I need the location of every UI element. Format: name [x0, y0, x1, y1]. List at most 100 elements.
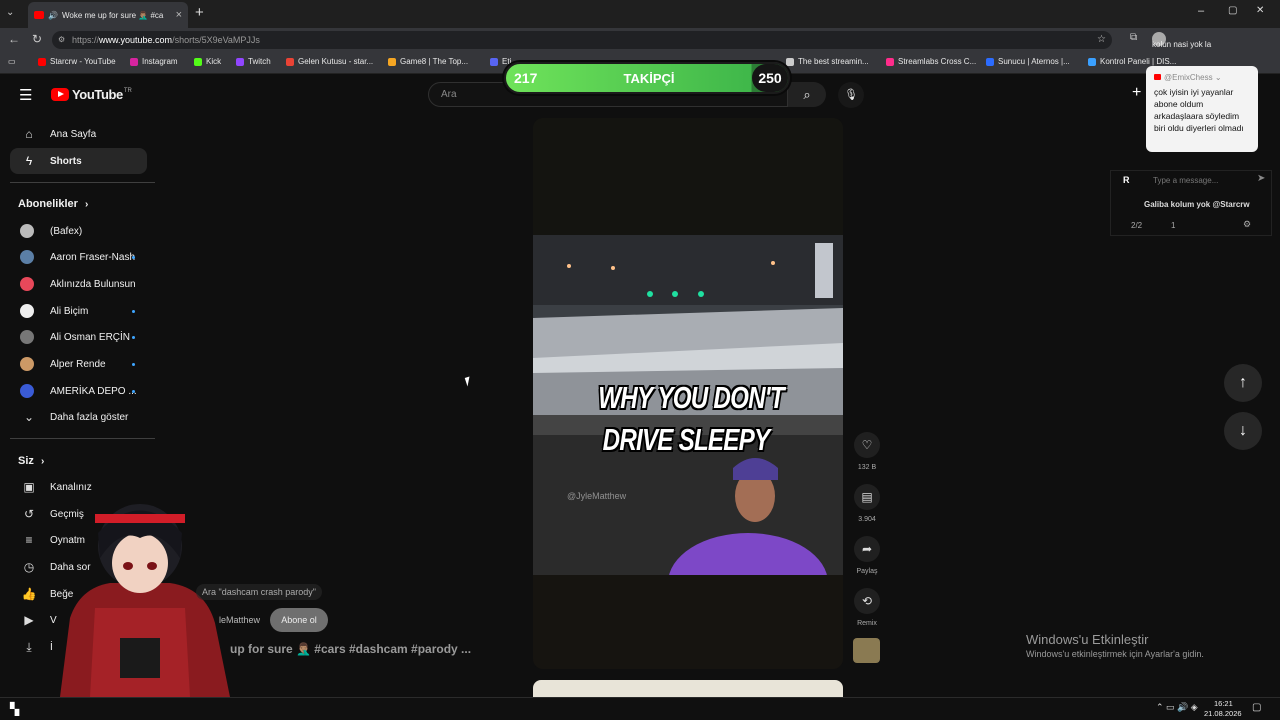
subscribe-button[interactable]: Abone ol [270, 608, 328, 632]
window-close-button[interactable]: ✕ [1256, 5, 1264, 16]
back-icon[interactable]: ← [8, 32, 20, 46]
avatar [20, 224, 34, 238]
youtube-logo[interactable]: YouTube TR [51, 87, 132, 102]
tab-search-chevron-icon[interactable]: ⌄ [6, 7, 14, 18]
new-tab-button[interactable]: + [195, 4, 204, 21]
search-button[interactable]: ⌕ [788, 82, 826, 107]
shorts-icon: ϟ [25, 154, 33, 168]
bookmark-item[interactable]: Instagram [130, 57, 178, 66]
restream-icon: R [1123, 175, 1130, 185]
follower-goal-bar: 217 TAKİPÇİ 250 [504, 62, 790, 94]
reload-icon[interactable]: ↻ [32, 32, 42, 46]
heart-icon[interactable]: ♡ [854, 432, 880, 458]
sidebar-item-home[interactable]: ⌂ Ana Sayfa [10, 121, 147, 147]
sidebar-item-shorts[interactable]: ϟ Shorts [10, 148, 147, 174]
chat-message-bubble: @EmixChess ⌄ çok iyisin iyi yayanlar abo… [1146, 66, 1258, 152]
new-content-dot [132, 309, 135, 313]
browser-tab[interactable]: 🔊 Woke me up for sure 🤦🏽‍♂️ #ca × [28, 2, 188, 28]
microphone-icon: 🎙 [844, 89, 858, 101]
chat-input[interactable]: Type a message... [1153, 176, 1218, 185]
chat-settings-icon[interactable]: ⚙ [1243, 219, 1251, 230]
arrow-down-icon: ↓ [1239, 422, 1247, 439]
arrow-up-icon: ↑ [1239, 374, 1247, 391]
bookmark-item[interactable]: Kick [194, 57, 221, 66]
subscription-item[interactable]: Ali Osman ERÇİN [10, 324, 147, 350]
avatar [20, 357, 34, 371]
bookmark-item[interactable]: Game8 | The Top... [388, 57, 468, 66]
sound-thumbnail[interactable] [853, 638, 880, 663]
subscription-item[interactable]: Aklınızda Bulunsun [10, 271, 147, 297]
like-count: 132 B [857, 464, 877, 471]
voice-search-button[interactable]: 🎙 [838, 82, 864, 108]
like-action[interactable]: ♡ 132 B [852, 432, 882, 471]
pinned-message: Galiba kolum yok @Starcrw [1144, 200, 1250, 209]
avatar [20, 304, 34, 318]
show-more-button[interactable]: ⌄ Daha fazla göster [10, 404, 147, 430]
avatar [20, 250, 34, 264]
avatar [20, 384, 34, 398]
you-section-header[interactable]: Siz › [18, 455, 44, 467]
channel-name[interactable]: leMatthew [219, 615, 260, 625]
remix-icon[interactable]: ⟲ [854, 588, 880, 614]
bookmarks-menu-icon[interactable]: ▭ [8, 57, 16, 66]
url-host: www.youtube.com [99, 35, 173, 45]
follower-label: TAKİPÇİ [623, 71, 675, 86]
previous-short-button[interactable]: ↑ [1224, 364, 1262, 402]
search-suggestion-chip[interactable]: Ara "dashcam crash parody" [196, 584, 322, 600]
subscription-item[interactable]: Ali Biçim [10, 298, 147, 324]
new-content-dot [132, 389, 135, 393]
windows-taskbar: ▚ ⌃ ▭ 🔊 ◈ 16:21 21.08.2026 ▢ [0, 697, 1280, 720]
create-icon[interactable]: + [1132, 84, 1141, 102]
site-info-icon[interactable]: ⚙ [58, 31, 65, 49]
bookmark-item[interactable]: Streamlabs Cross C... [886, 57, 976, 66]
window-maximize-button[interactable]: ▢ [1228, 5, 1237, 16]
remix-action[interactable]: ⟲ Remix [852, 588, 882, 627]
next-short-button[interactable]: ↓ [1224, 412, 1262, 450]
bookmark-item[interactable]: Sunucu | Aternos |... [986, 57, 1070, 66]
subscription-item[interactable]: (Bafex) [10, 218, 147, 244]
clock-date[interactable]: 21.08.2026 [1204, 709, 1242, 718]
windows-activation-title: Windows'u Etkinleştir [1026, 632, 1149, 647]
sidebar-divider [10, 438, 155, 439]
avatar [20, 277, 34, 291]
bookmark-item[interactable]: Kontrol Paneli | DIS... [1088, 57, 1176, 66]
video-caption-line-2: DRIVE SLEEPY [602, 422, 770, 457]
bookmark-item[interactable]: Gelen Kutusu - star... [286, 57, 373, 66]
hamburger-menu-icon[interactable]: ☰ [19, 86, 32, 104]
new-content-dot [132, 362, 135, 366]
url-input[interactable]: ⚙ https://www.youtube.com/shorts/5X9eVaM… [52, 31, 1112, 49]
chat-message-text: çok iyisin iyi yayanlar abone oldum arka… [1154, 87, 1244, 133]
clock-time[interactable]: 16:21 [1214, 699, 1233, 708]
bookmark-item[interactable]: Twitch [236, 57, 271, 66]
comment-action[interactable]: ▤ 3.904 [852, 484, 882, 523]
chevron-right-icon: › [40, 456, 45, 467]
windows-start-icon[interactable]: ▚ [10, 702, 19, 716]
chat-counter: 2/2 [1131, 221, 1143, 230]
extensions-icon[interactable]: ⧉ [1130, 32, 1137, 43]
share-action[interactable]: ➦ Paylaş [852, 536, 882, 575]
video-title: up for sure 🤦🏽‍♂️ #cars #dashcam #parody… [230, 642, 472, 656]
address-bar-row: ← ↻ ⚙ https://www.youtube.com/shorts/5X9… [0, 28, 1280, 52]
bookmark-item[interactable]: The best streamin... [786, 57, 869, 66]
tab-close-icon[interactable]: × [176, 9, 182, 21]
speaker-icon[interactable]: 🔊 [48, 11, 58, 20]
subscription-item[interactable]: Alper Rende [10, 351, 147, 377]
window-minimize-button[interactable]: – [1198, 5, 1204, 17]
shorts-video-player[interactable]: WHY YOU DON'T DRIVE SLEEPY @JyleMatthew [533, 118, 843, 669]
subscription-item[interactable]: AMERİKA DEPO ... [10, 378, 147, 404]
bookmark-item[interactable]: Starcrw - YouTube [38, 57, 116, 66]
send-icon[interactable]: ➤ [1257, 173, 1265, 184]
sidebar-divider [10, 182, 155, 183]
tab-title: Woke me up for sure 🤦🏽‍♂️ #ca [61, 10, 164, 20]
url-path: /shorts/5X9eVaMPJJs [172, 35, 260, 45]
windows-activation-subtitle: Windows'u etkinleştirmek için Ayarlar'a … [1026, 649, 1204, 659]
bookmark-star-icon[interactable]: ☆ [1097, 31, 1106, 49]
comment-icon[interactable]: ▤ [854, 484, 880, 510]
next-video-preview[interactable] [533, 680, 843, 697]
system-tray-icons[interactable]: ⌃ ▭ 🔊 ◈ [1156, 702, 1198, 713]
sidebar-item-label: Shorts [50, 155, 82, 167]
subscriptions-header[interactable]: Abonelikler › [18, 198, 88, 210]
notification-icon[interactable]: ▢ [1252, 702, 1261, 713]
subscription-item[interactable]: Aaron Fraser-Nash [10, 244, 147, 270]
share-icon[interactable]: ➦ [854, 536, 880, 562]
